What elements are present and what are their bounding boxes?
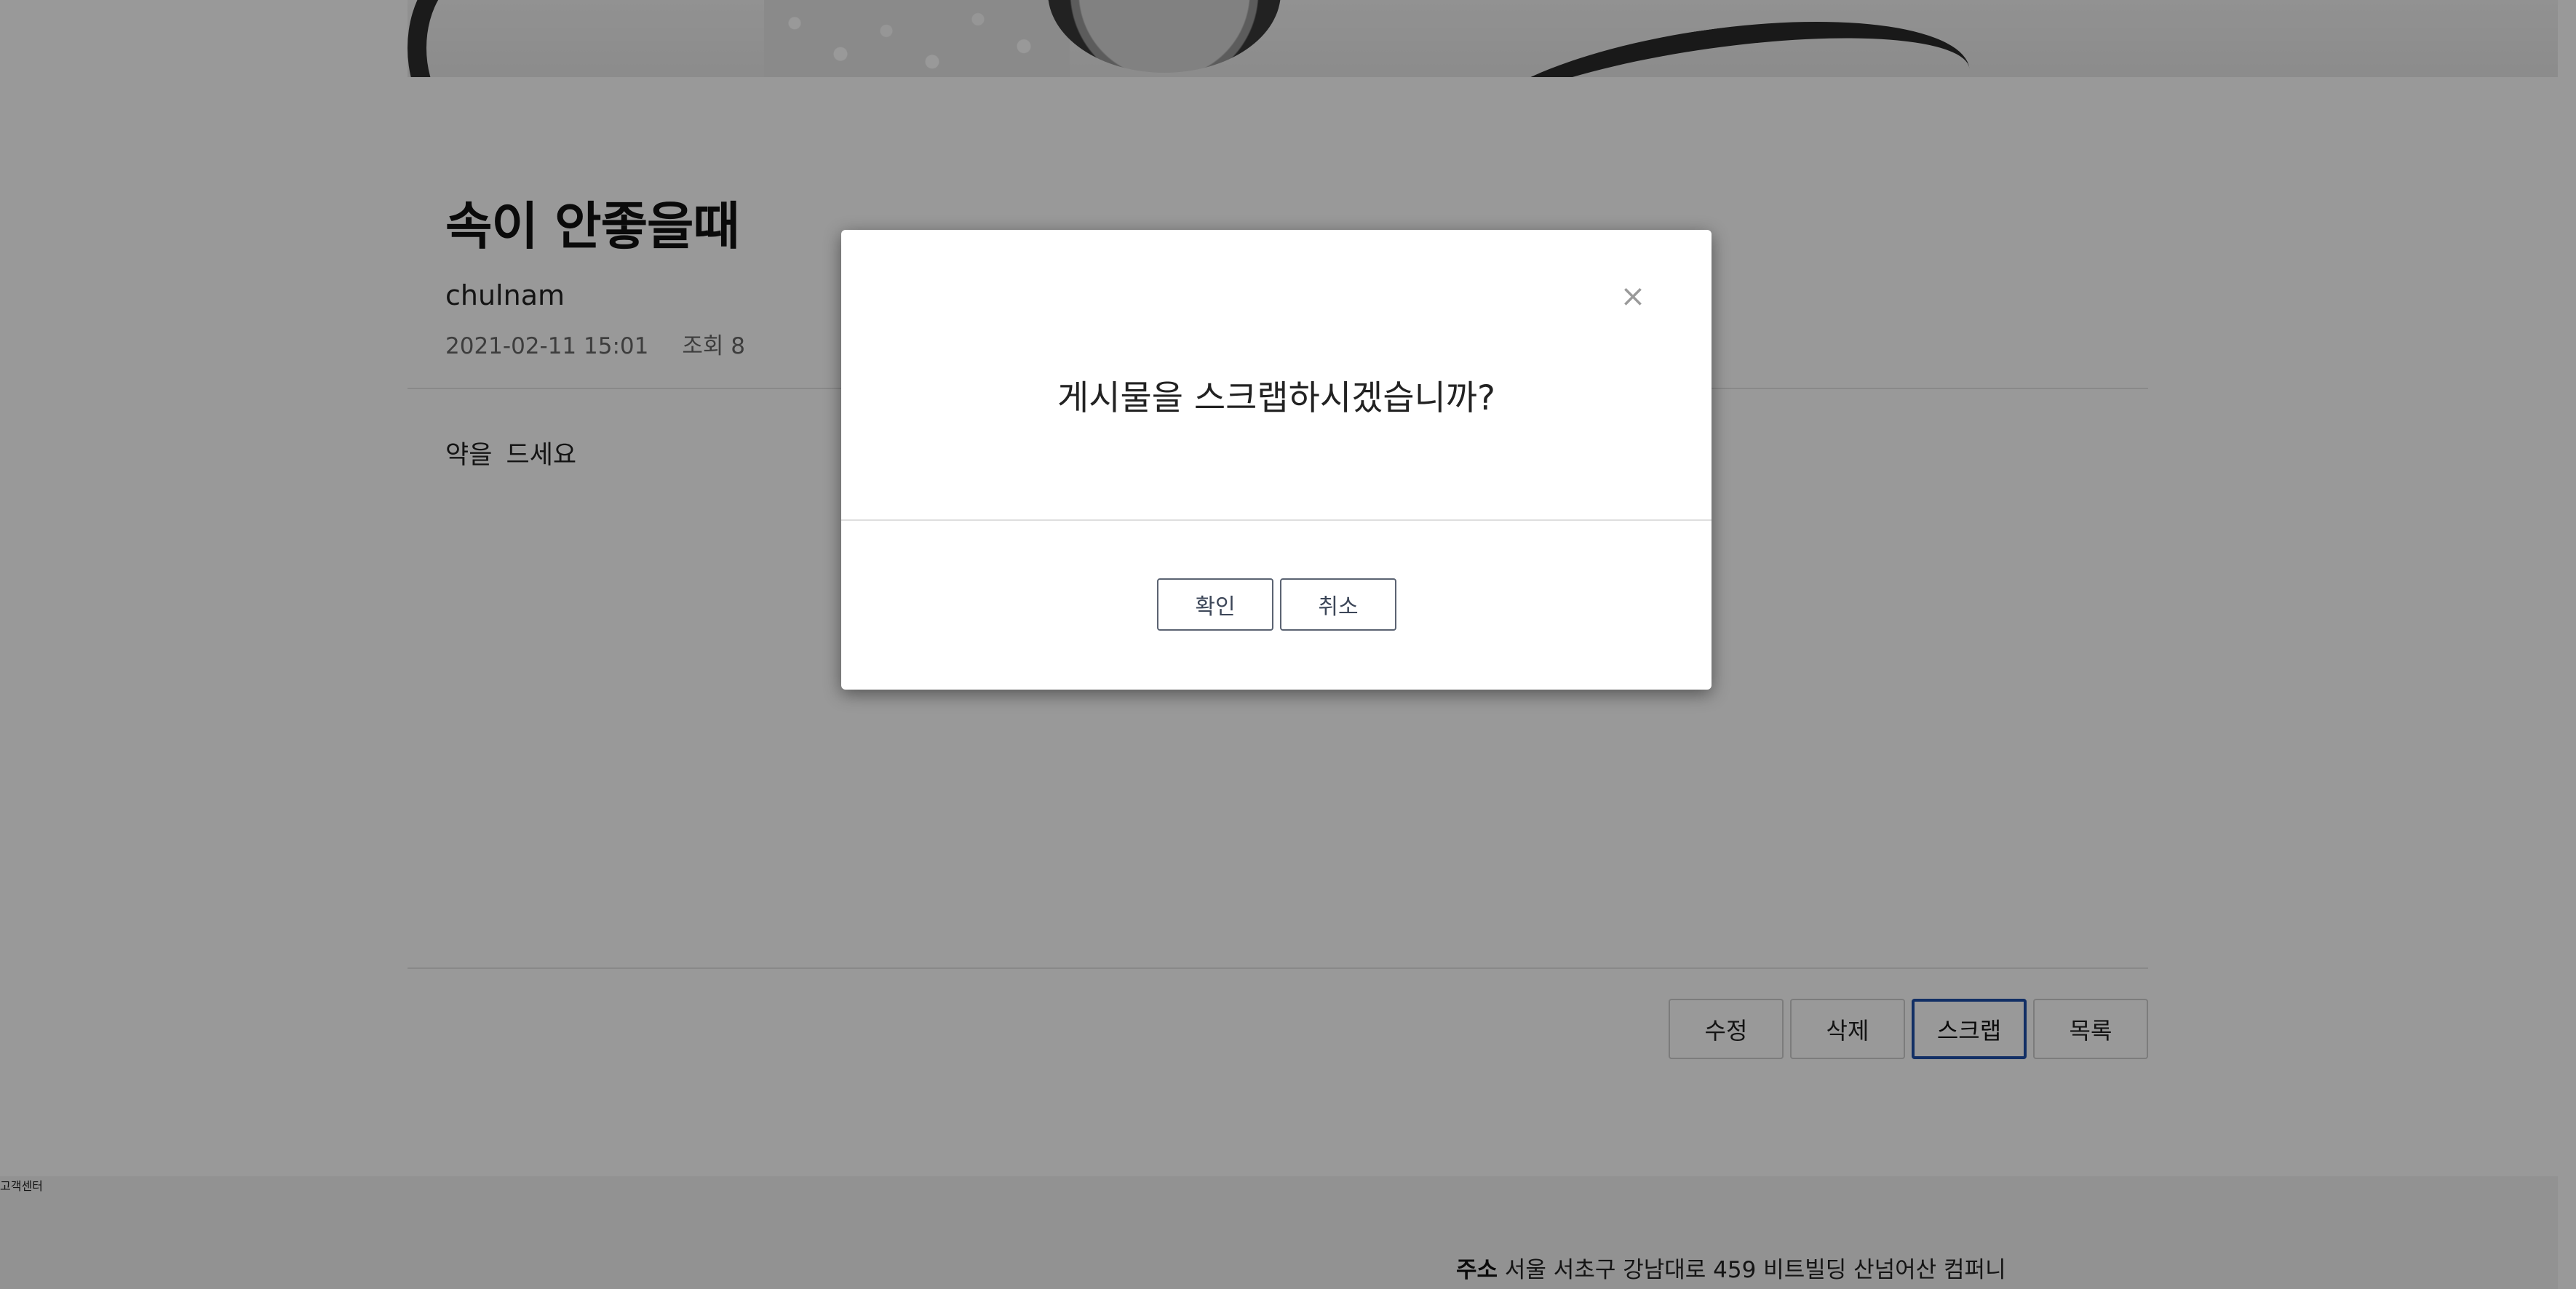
dialog-divider — [841, 519, 1712, 521]
scrap-confirm-dialog: × 게시물을 스크랩하시겠습니까? 확인 취소 — [841, 230, 1712, 690]
cancel-button[interactable]: 취소 — [1280, 578, 1396, 631]
close-icon[interactable]: × — [1611, 274, 1655, 317]
dialog-message: 게시물을 스크랩하시겠습니까? — [1057, 378, 1495, 418]
dialog-buttons: 확인 취소 — [1157, 578, 1396, 631]
confirm-button[interactable]: 확인 — [1157, 578, 1273, 631]
